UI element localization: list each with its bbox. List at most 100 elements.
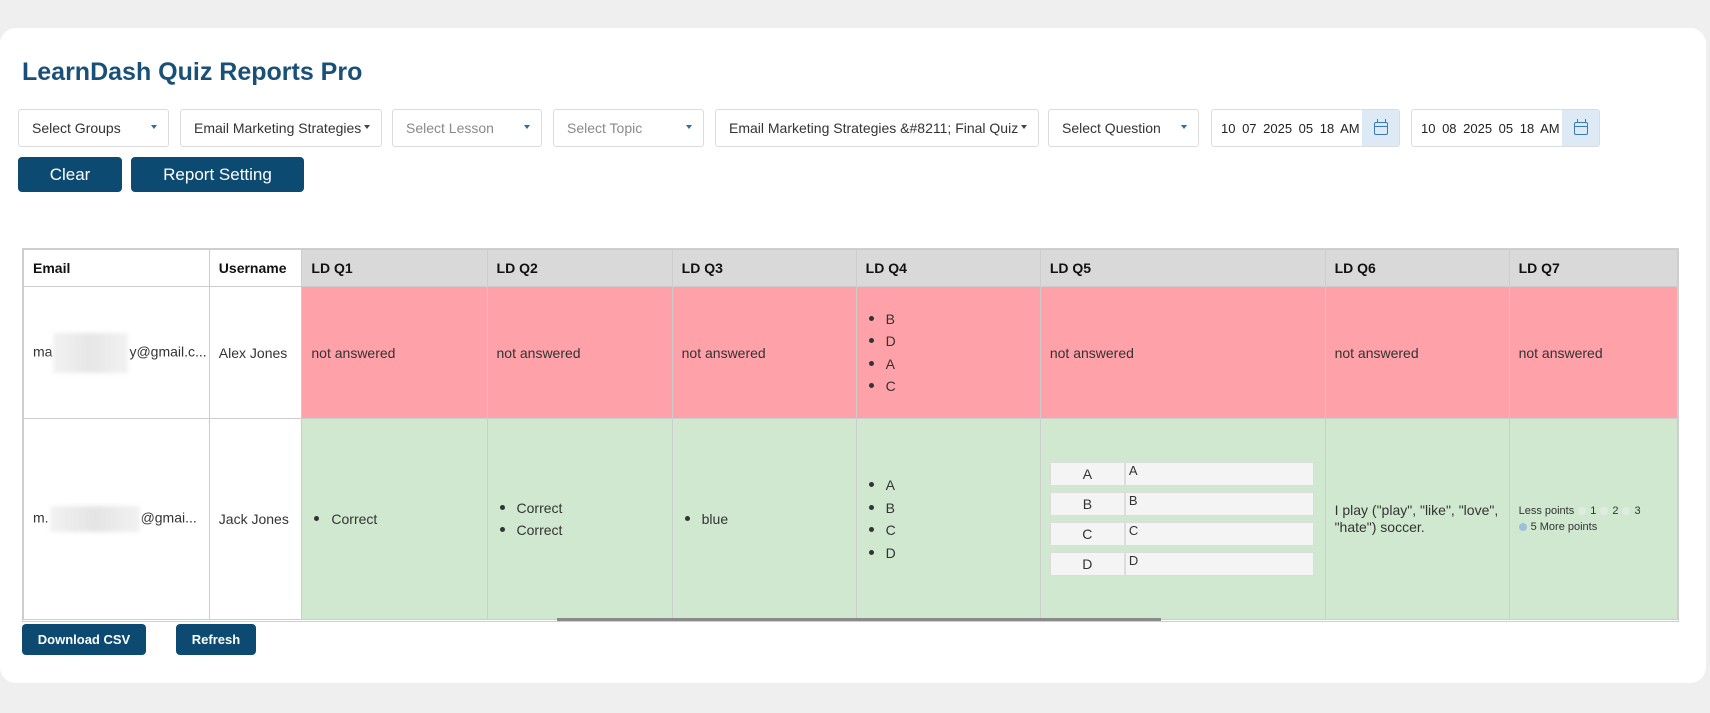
redacted-text (53, 332, 129, 373)
answer-cell: A B C D (855, 418, 1041, 620)
matching-term: D (1049, 552, 1125, 576)
download-csv-button[interactable]: Download CSV (22, 624, 146, 655)
refresh-button[interactable]: Refresh (176, 624, 256, 655)
matching-row: D D (1049, 552, 1314, 576)
quiz-select[interactable]: Email Marketing Strategies &#8211; Final… (715, 109, 1039, 147)
column-header[interactable]: LD Q5 (1039, 249, 1326, 287)
list-item: blue (682, 508, 856, 531)
radio-dot-icon (1600, 507, 1609, 515)
points-scale-row: Less points 1 2 3 (1519, 505, 1677, 517)
answer-cell: not answered (1508, 286, 1678, 419)
more-points-label: 5 More points (1530, 521, 1598, 533)
calendar-icon (1373, 118, 1388, 135)
lesson-select-value: Select Lesson (406, 120, 494, 136)
radio-dot-icon (1622, 507, 1631, 515)
answer-cell: I play ("play", "like", "love", "hate") … (1324, 418, 1510, 620)
list-item: A (866, 353, 1040, 376)
column-header[interactable]: Username (208, 249, 303, 287)
column-header[interactable]: LD Q7 (1508, 249, 1678, 287)
calendar-icon (1573, 118, 1588, 135)
topic-select-value: Select Topic (567, 120, 643, 136)
question-select[interactable]: Select Question (1048, 109, 1199, 147)
topic-select[interactable]: Select Topic (553, 109, 704, 147)
report-table[interactable]: Email Username LD Q1 LD Q2 LD Q3 LD Q4 L… (22, 248, 1679, 622)
scale-option: 2 (1612, 505, 1619, 517)
answer-cell: not answered (1039, 286, 1326, 419)
column-header[interactable]: LD Q1 (301, 249, 488, 287)
answer-cell: B D A C (855, 286, 1041, 419)
column-header[interactable]: LD Q6 (1324, 249, 1510, 287)
column-header[interactable]: LD Q2 (486, 249, 673, 287)
groups-select[interactable]: Select Groups (18, 109, 169, 147)
horizontal-scrollbar[interactable] (557, 618, 1161, 621)
quiz-select-value: Email Marketing Strategies &#8211; Final… (729, 120, 1019, 136)
course-select[interactable]: Email Marketing Strategies (180, 109, 382, 147)
list-item: Correct (497, 497, 672, 520)
chevron-down-icon (524, 125, 530, 129)
matching-answer: C (1124, 522, 1314, 546)
answer-cell: not answered (671, 286, 857, 419)
table-row: m. @gmai... Jack Jones Correct Correct Co… (23, 418, 1678, 620)
matching-answers: A A B B C C D D (1049, 462, 1314, 576)
column-header[interactable]: Email (23, 249, 210, 287)
date-from-input[interactable]: 10 07 2025 05 18 AM (1211, 109, 1400, 147)
matching-row: A A (1049, 462, 1314, 486)
list-item: D (866, 542, 1040, 565)
matching-term: C (1049, 522, 1125, 546)
page-title: LearnDash Quiz Reports Pro (22, 58, 363, 86)
question-select-value: Select Question (1062, 120, 1161, 136)
report-grid: Email Username LD Q1 LD Q2 LD Q3 LD Q4 L… (23, 249, 1678, 620)
report-panel: LearnDash Quiz Reports Pro Select Groups… (0, 28, 1706, 683)
date-to-input[interactable]: 10 08 2025 05 18 AM (1411, 109, 1600, 147)
clear-button[interactable]: Clear (18, 157, 122, 192)
course-select-value: Email Marketing Strategies (194, 120, 362, 136)
answer-cell: Correct (301, 418, 488, 620)
username-cell: Alex Jones (208, 286, 303, 419)
email-cell: ma y@gmail.c... (23, 286, 210, 419)
list-item: B (866, 308, 1040, 331)
answer-cell: A A B B C C D D (1039, 418, 1326, 620)
email-cell: m. @gmai... (23, 418, 210, 620)
matching-term: A (1049, 462, 1125, 486)
date-to-value: 10 08 2025 05 18 AM (1421, 120, 1560, 136)
chevron-down-icon (151, 125, 157, 129)
list-item: C (866, 375, 1040, 398)
matching-answer: A (1124, 462, 1314, 486)
matching-term: B (1049, 492, 1125, 516)
matching-row: B B (1049, 492, 1314, 516)
list-item: C (866, 519, 1040, 542)
scale-option: 1 (1590, 505, 1597, 517)
report-setting-button[interactable]: Report Setting (131, 157, 304, 192)
calendar-button[interactable] (1362, 110, 1399, 146)
chevron-down-icon (686, 125, 692, 129)
points-scale: Less points 1 2 3 5 More points (1518, 505, 1677, 533)
lesson-select[interactable]: Select Lesson (392, 109, 542, 147)
calendar-button[interactable] (1562, 110, 1599, 146)
column-header[interactable]: LD Q4 (855, 249, 1041, 287)
answer-cell: not answered (486, 286, 673, 419)
answer-cell: not answered (301, 286, 488, 419)
matching-row: C C (1049, 522, 1314, 546)
answer-cell: Correct Correct (486, 418, 673, 620)
chevron-down-icon (1181, 125, 1187, 129)
scale-option: 3 (1634, 505, 1641, 517)
groups-select-value: Select Groups (32, 120, 121, 136)
column-header[interactable]: LD Q3 (671, 249, 857, 287)
date-from-value: 10 07 2025 05 18 AM (1221, 120, 1360, 136)
list-item: Correct (311, 508, 486, 531)
chevron-down-icon (364, 125, 370, 129)
matching-answer: B (1124, 492, 1314, 516)
points-scale-row: 5 More points (1518, 521, 1677, 533)
radio-selected-icon (1518, 523, 1527, 531)
list-item: Correct (497, 519, 672, 542)
username-cell: Jack Jones (208, 418, 303, 620)
list-item: D (866, 330, 1040, 353)
matching-answer: D (1124, 552, 1314, 576)
less-points-label: Less points (1518, 505, 1575, 517)
chevron-down-icon (1021, 125, 1027, 129)
answer-cell: blue (671, 418, 857, 620)
table-row: ma y@gmail.c... Alex Jones not answered n… (23, 286, 1678, 419)
list-item: A (866, 474, 1040, 497)
radio-dot-icon (1578, 507, 1587, 515)
list-item: B (866, 497, 1040, 520)
